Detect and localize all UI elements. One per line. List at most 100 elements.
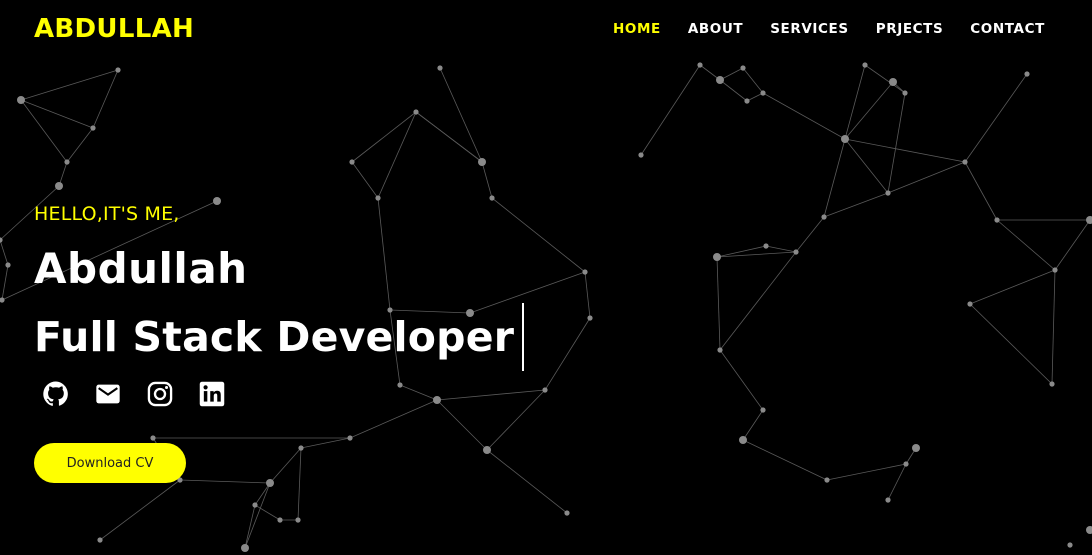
network-node: [150, 435, 156, 441]
mail-icon: [94, 380, 122, 408]
network-link: [864, 64, 906, 94]
network-link: [969, 303, 1053, 385]
network-link: [887, 161, 966, 194]
network-link: [823, 192, 889, 218]
site-logo[interactable]: ABDULLAH: [34, 14, 194, 44]
network-link: [377, 111, 417, 199]
network-link: [823, 138, 846, 218]
network-link: [719, 349, 764, 411]
network-link: [415, 111, 483, 163]
network-link: [66, 127, 94, 163]
network-link: [377, 197, 391, 311]
github-link[interactable]: [42, 380, 70, 408]
network-link: [844, 138, 889, 194]
network-node: [375, 195, 381, 201]
nav-link-home[interactable]: HOME: [613, 21, 661, 37]
network-node: [349, 159, 355, 165]
network-node: [760, 90, 766, 96]
network-node: [587, 315, 593, 321]
network-node: [1024, 71, 1030, 77]
network-node: [478, 158, 486, 166]
network-link: [0, 239, 9, 266]
network-node: [542, 387, 548, 393]
network-node: [697, 62, 703, 68]
network-link: [996, 219, 1056, 271]
network-node: [967, 301, 973, 307]
network-node: [1049, 381, 1055, 387]
network-link: [351, 161, 379, 199]
network-node: [582, 269, 588, 275]
download-cv-button[interactable]: Download CV: [34, 443, 186, 483]
network-node: [413, 109, 419, 115]
network-link: [826, 463, 907, 481]
network-node: [713, 253, 721, 261]
linkedin-link[interactable]: [198, 380, 226, 408]
network-node: [717, 347, 723, 353]
nav-link-projects[interactable]: PRJECTS: [876, 21, 944, 37]
nav-menu: HOME ABOUT SERVICES PRJECTS CONTACT: [613, 21, 1072, 37]
network-node: [90, 125, 96, 131]
network-link: [742, 67, 764, 94]
network-node: [994, 217, 1000, 223]
nav-link-about[interactable]: ABOUT: [688, 21, 743, 37]
network-node: [347, 435, 353, 441]
network-link: [179, 479, 271, 484]
network-link: [742, 409, 764, 441]
network-link: [964, 73, 1028, 163]
network-link: [481, 161, 493, 199]
network-link: [349, 399, 438, 439]
network-node: [716, 76, 724, 84]
network-node: [1052, 267, 1058, 273]
portfolio-page: ABDULLAH HOME ABOUT SERVICES PRJECTS CON…: [0, 0, 1092, 555]
network-link: [399, 384, 438, 401]
network-link: [887, 92, 906, 194]
network-link: [746, 92, 764, 102]
network-node: [962, 159, 968, 165]
navbar: ABDULLAH HOME ABOUT SERVICES PRJECTS CON…: [0, 0, 1092, 62]
network-link: [719, 79, 748, 102]
email-link[interactable]: [94, 380, 122, 408]
network-link: [640, 64, 701, 156]
network-node: [1086, 526, 1092, 534]
network-link: [964, 161, 998, 221]
network-node: [740, 65, 746, 71]
network-link: [436, 389, 546, 401]
nav-link-contact[interactable]: CONTACT: [970, 21, 1045, 37]
network-node: [638, 152, 644, 158]
network-link: [491, 197, 586, 273]
hero-greeting: HELLO,IT'S ME,: [34, 203, 180, 225]
network-node: [295, 517, 301, 523]
network-node: [763, 243, 769, 249]
network-node: [433, 396, 441, 404]
network-link: [762, 92, 846, 140]
network-link: [300, 437, 351, 449]
instagram-link[interactable]: [146, 380, 174, 408]
network-link: [844, 64, 866, 140]
network-node: [489, 195, 495, 201]
network-node: [902, 90, 908, 96]
network-node: [252, 502, 258, 508]
network-node: [115, 67, 121, 73]
network-node: [821, 214, 827, 220]
hero-role: Full Stack Developer: [34, 313, 515, 361]
network-link: [969, 269, 1056, 305]
network-node: [862, 62, 868, 68]
network-node: [912, 444, 920, 452]
network-link: [436, 399, 488, 451]
network-link: [844, 81, 894, 140]
network-link: [765, 245, 797, 253]
network-node: [564, 510, 570, 516]
network-link: [486, 449, 568, 514]
hero-role-line: Full Stack Developer: [34, 303, 525, 371]
hero-name: Abdullah: [34, 244, 248, 293]
network-node: [277, 517, 283, 523]
network-link: [584, 271, 591, 319]
network-node: [760, 407, 766, 413]
network-node: [885, 190, 891, 196]
network-link: [20, 69, 119, 101]
network-node: [5, 262, 11, 268]
network-node: [739, 436, 747, 444]
network-node: [1067, 542, 1073, 548]
nav-link-services[interactable]: SERVICES: [770, 21, 848, 37]
network-link: [1054, 219, 1091, 271]
